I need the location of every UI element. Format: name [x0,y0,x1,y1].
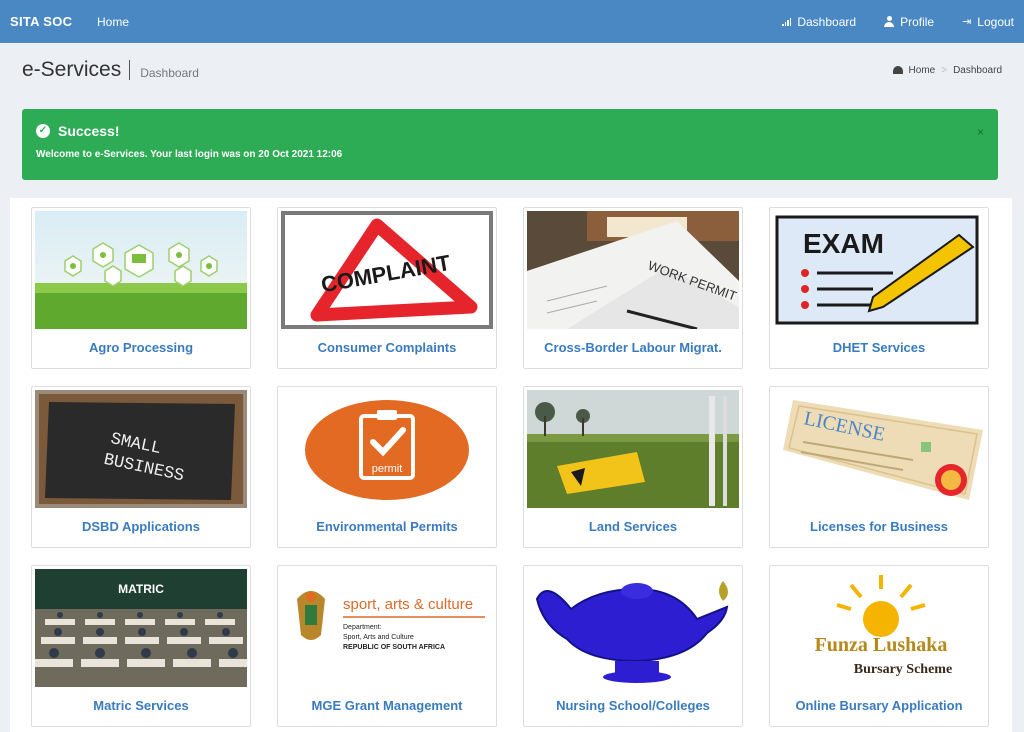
funza-lushaka-text: Funza Lushaka [815,634,948,656]
nav-home-link[interactable]: Home [97,15,129,29]
sign-out-icon: ⇥ [962,16,972,28]
service-card-matric-services[interactable]: MATRIC Matric Services [31,565,251,727]
service-label: Online Bursary Application [795,698,963,713]
permit-clipboard-image: permit [281,390,493,508]
service-label: Land Services [588,519,678,534]
signal-bars-icon [782,17,792,26]
service-card-cross-border-labour[interactable]: WORK PERMIT Cross-Border Labour Migrat. [523,207,743,369]
close-alert-button[interactable]: × [977,125,984,139]
nav-logout-link[interactable]: ⇥ Logout [962,15,1014,29]
service-label: DHET Services [832,340,926,355]
republic-text: REPUBLIC OF SOUTH AFRICA [343,644,445,651]
content-header: e-Services Dashboard Home > Dashboard [22,52,1002,88]
alert-title: Success! [58,123,120,139]
service-card-consumer-complaints[interactable]: COMPLAINT Consumer Complaints [277,207,497,369]
breadcrumb-separator: > [941,64,948,76]
alert-message: Welcome to e-Services. Your last login w… [36,149,343,160]
bursary-scheme-text: Bursary Scheme [854,662,952,677]
user-icon [884,16,895,27]
brand-logo[interactable]: SITA SOC [10,14,85,29]
nav-dashboard-link[interactable]: Dashboard [782,15,856,29]
page-title: e-Services [22,58,122,81]
service-card-mge-grant-management[interactable]: sport, arts & culture Department: Sport,… [277,565,497,727]
nav-profile-link[interactable]: Profile [884,15,934,29]
success-alert: ✓ Success! Welcome to e-Services. Your l… [22,109,998,180]
department-name-text: Sport, Arts and Culture [343,634,414,641]
exam-image-text: EXAM [803,228,884,259]
service-card-environmental-permits[interactable]: permit Environmental Permits [277,386,497,548]
permit-image-text: permit [372,463,403,475]
matric-exam-hall-image: MATRIC [35,569,247,687]
smart-agriculture-image [35,211,247,329]
small-business-image: SMALL BUSINESS [35,390,247,508]
complaint-sign-image: COMPLAINT [281,211,493,329]
sport-arts-culture-text: sport, arts & culture [343,596,473,613]
service-label: Cross-Border Labour Migrat. [544,340,722,355]
service-label: MGE Grant Management [311,698,463,713]
top-navbar: SITA SOC Home Dashboard Profile ⇥ Logout [0,0,1024,43]
breadcrumb-current: Dashboard [953,64,1002,76]
service-label: Environmental Permits [316,519,458,534]
nav-right-menu: Dashboard Profile ⇥ Logout [782,15,1014,29]
license-certificate-image: LICENSE [773,390,985,508]
services-panel: Agro Processing COMPLAINT Consumer Compl… [10,198,1012,732]
service-card-nursing-colleges[interactable]: Nursing School/Colleges [523,565,743,727]
service-card-land-services[interactable]: Land Services [523,386,743,548]
service-label: Matric Services [93,698,189,713]
service-card-online-bursary-application[interactable]: Funza Lushaka Bursary Scheme Online Burs… [769,565,989,727]
page-subtitle: Dashboard [140,66,199,80]
title-divider [129,60,131,80]
service-card-agro-processing[interactable]: Agro Processing [31,207,251,369]
breadcrumb-home[interactable]: Home [909,65,936,76]
funza-lushaka-logo: Funza Lushaka Bursary Scheme [773,569,985,687]
nav-dashboard-label: Dashboard [797,14,857,29]
service-label: Nursing School/Colleges [556,698,710,713]
service-card-dhet-services[interactable]: EXAM DHET Services [769,207,989,369]
exam-image: EXAM [773,211,985,329]
matric-image-text: MATRIC [118,582,164,596]
nav-logout-label: Logout [977,14,1014,29]
alert-heading: ✓ Success! [36,123,984,139]
service-label: Agro Processing [88,340,194,355]
service-label: DSBD Applications [82,519,200,534]
service-label: Licenses for Business [810,519,948,534]
service-card-licenses-for-business[interactable]: LICENSE Licenses for Business [769,386,989,548]
land-field-image [527,390,739,508]
nursing-lamp-image [527,569,739,687]
dashboard-gauge-icon [892,66,903,74]
nav-profile-label: Profile [900,14,935,29]
work-permit-image: WORK PERMIT [527,211,739,329]
department-text: Department: [343,624,382,631]
breadcrumb: Home > Dashboard [892,64,1002,76]
check-circle-icon: ✓ [36,124,50,138]
service-label: Consumer Complaints [317,340,457,355]
sport-arts-culture-logo: sport, arts & culture Department: Sport,… [281,569,493,687]
service-card-dsbd-applications[interactable]: SMALL BUSINESS DSBD Applications [31,386,251,548]
